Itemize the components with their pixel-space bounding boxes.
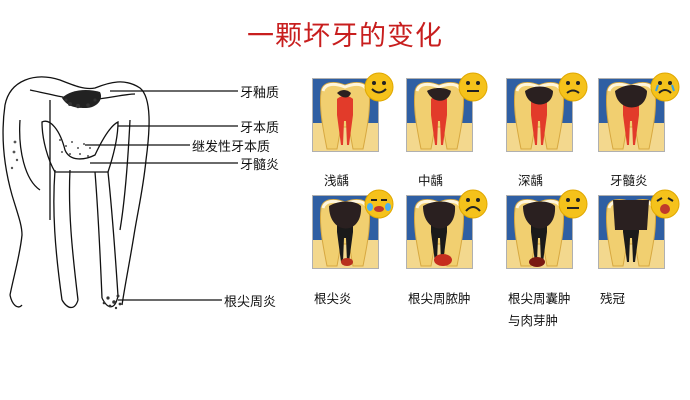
- sad-face-icon: [558, 72, 588, 106]
- label-dentin: 牙本质: [240, 121, 280, 136]
- page-title: 一颗坏牙的变化: [247, 21, 443, 52]
- label-pulpitis: 牙髓炎: [240, 158, 280, 173]
- sweating-face-icon: [364, 189, 394, 223]
- neutral-face-icon: [558, 189, 588, 223]
- neutral-face-icon: [458, 72, 488, 106]
- label-secondary-dentin: 继发性牙本质: [192, 140, 271, 155]
- tooth-cross-section-diagram: 牙釉质 牙本质 继发性牙本质 牙髓炎 根尖周炎: [0, 60, 300, 320]
- stage-label: 根尖周脓肿: [408, 291, 471, 306]
- label-enamel: 牙釉质: [240, 86, 280, 101]
- stage-label: 中龋: [418, 173, 444, 188]
- stage-label: 根尖周囊肿: [508, 291, 571, 306]
- stage-label: 根尖炎: [314, 291, 352, 306]
- stage-label: 深龋: [518, 173, 544, 188]
- happy-face-icon: [364, 72, 394, 106]
- screaming-face-icon: [650, 189, 680, 223]
- label-periapical: 根尖周炎: [224, 295, 277, 310]
- stage-label: 浅龋: [324, 173, 350, 188]
- stage-label: 残冠: [600, 291, 626, 306]
- crying-face-icon: [650, 72, 680, 106]
- frown-face-icon: [458, 189, 488, 223]
- stage-label: 牙髓炎: [610, 173, 648, 188]
- stage-label-line2: 与肉芽肿: [508, 313, 559, 328]
